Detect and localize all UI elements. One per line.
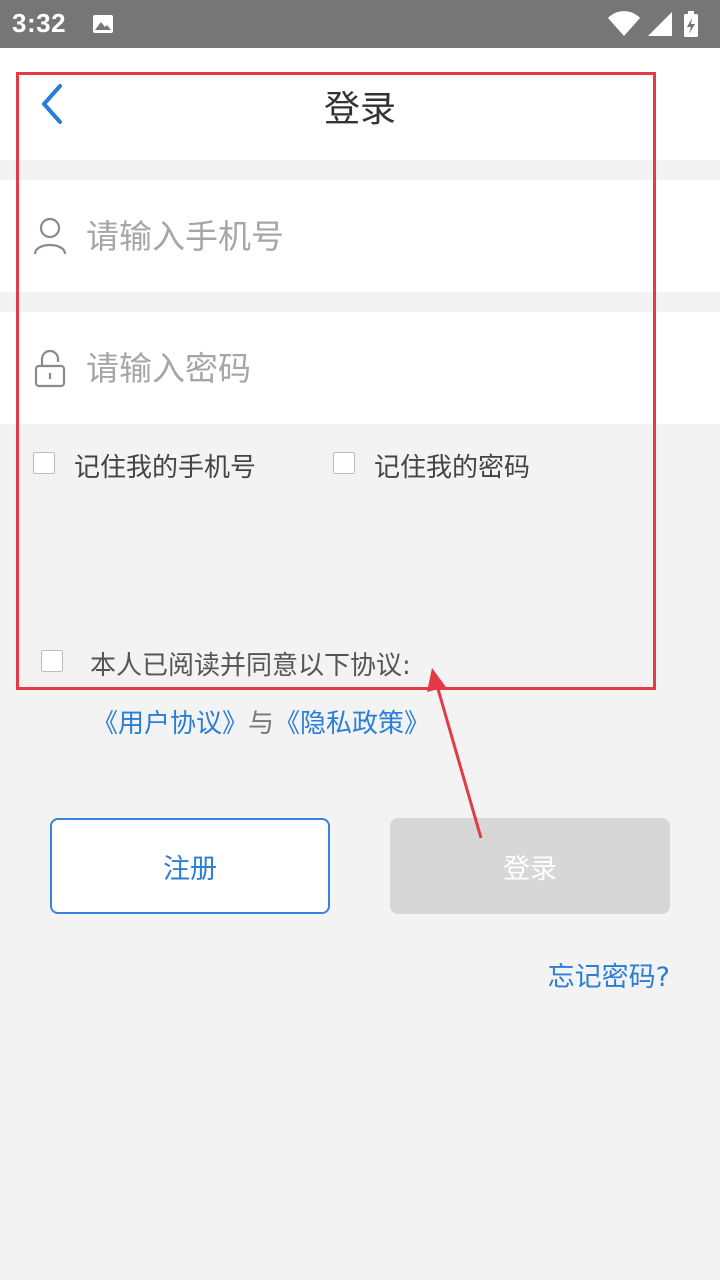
remember-password-label: 记住我的密码: [374, 453, 531, 483]
agreement-text: 本人已阅读并同意以下协议:: [90, 651, 411, 681]
image-icon: [93, 15, 113, 33]
login-button[interactable]: 登录: [390, 818, 670, 914]
agreement-checkbox[interactable]: [41, 650, 63, 672]
password-row: [0, 312, 720, 424]
nav-bar: 登录: [0, 48, 720, 160]
remember-phone-label: 记住我的手机号: [74, 453, 257, 483]
user-agreement-link[interactable]: 《用户协议》: [92, 709, 248, 739]
user-icon: [33, 217, 67, 255]
status-time: 3:32: [12, 8, 67, 38]
remember-phone-checkbox[interactable]: [33, 452, 55, 474]
password-input[interactable]: [86, 336, 686, 400]
remember-password-checkbox[interactable]: [333, 452, 355, 474]
battery-charging-icon: [684, 11, 698, 37]
page-title: 登录: [323, 89, 396, 130]
signal-icon: [648, 12, 672, 36]
phone-input[interactable]: [86, 204, 686, 268]
lock-icon: [34, 349, 66, 388]
wifi-icon: [608, 11, 640, 36]
forgot-password-link[interactable]: 忘记密码?: [548, 955, 670, 994]
privacy-policy-link[interactable]: 《隐私政策》: [274, 709, 430, 739]
status-icons: [608, 11, 698, 37]
register-button[interactable]: 注册: [50, 818, 330, 914]
phone-row: [0, 180, 720, 292]
agreement-links: 《用户协议》与《隐私政策》: [92, 703, 430, 740]
agreement-separator: 与: [248, 709, 275, 739]
status-bar: 3:32: [0, 0, 720, 48]
